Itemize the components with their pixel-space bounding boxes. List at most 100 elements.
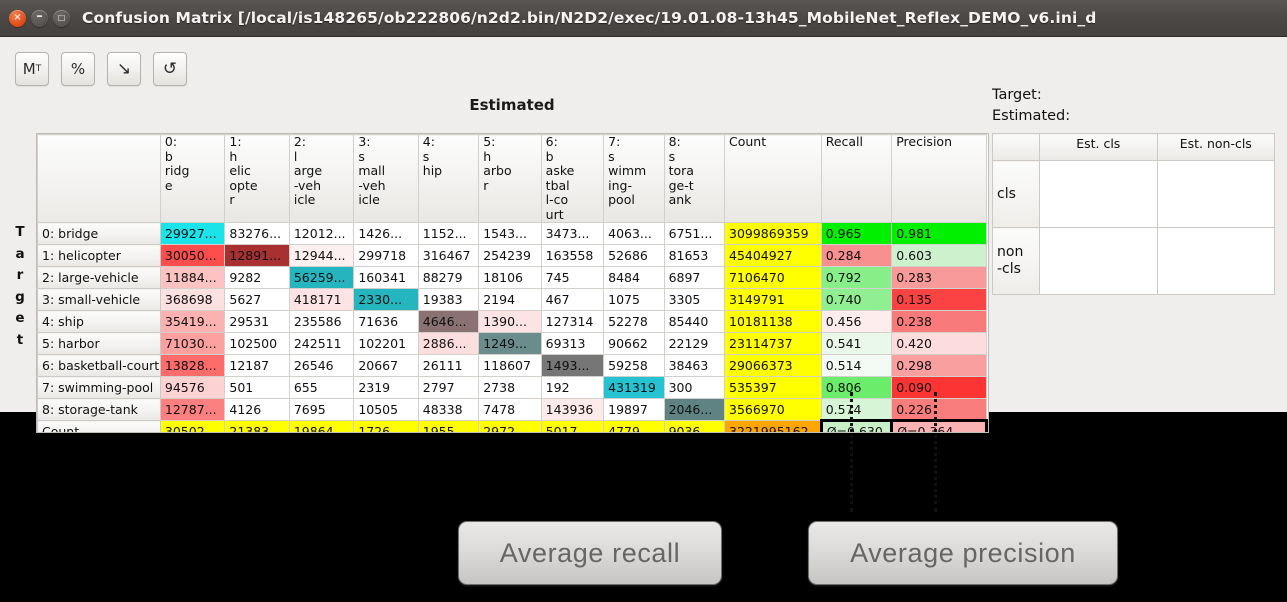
matrix-cell[interactable]: Ø=0.630 (819, 419, 894, 432)
matrix-cell[interactable]: 118607 (478, 354, 542, 377)
matrix-cell[interactable]: 1726... (353, 420, 419, 432)
close-button[interactable]: × (9, 9, 26, 27)
matrix-cell[interactable]: 254239 (478, 244, 542, 267)
matrix-cell[interactable]: 127314 (540, 310, 605, 333)
binary-table-cell[interactable] (1039, 160, 1158, 228)
matrix-cell[interactable]: 23114737 (724, 332, 822, 355)
binary-table-cell[interactable] (1156, 227, 1275, 295)
matrix-cell[interactable]: 85440 (663, 310, 726, 333)
matrix-cell[interactable]: 0.456 (820, 310, 893, 333)
matrix-column-header[interactable]: 7: s wimm ing-pool (603, 134, 665, 223)
matrix-cell[interactable]: 21383... (224, 420, 290, 432)
matrix-cell[interactable]: 0.965 (820, 222, 893, 245)
matrix-cell[interactable]: 1493... (540, 354, 605, 377)
maximize-button[interactable]: □ (53, 9, 70, 27)
matrix-cell[interactable]: 12012... (288, 222, 355, 245)
matrix-row-header[interactable]: 7: swimming-pool (37, 376, 161, 399)
transpose-button[interactable]: MT (15, 52, 49, 86)
matrix-cell[interactable]: 6897 (663, 266, 726, 289)
matrix-cell[interactable]: 11884... (159, 266, 226, 289)
matrix-cell[interactable]: 20667 (353, 354, 419, 377)
matrix-cell[interactable]: 418171 (288, 288, 355, 311)
matrix-cell[interactable]: 26546 (288, 354, 355, 377)
matrix-cell[interactable]: 94576 (159, 376, 226, 399)
matrix-column-header[interactable]: 4: s hip (417, 134, 480, 223)
matrix-cell[interactable]: Ø=0.364 (890, 419, 988, 432)
matrix-cell[interactable]: 102500 (224, 332, 290, 355)
matrix-cell[interactable]: 0.284 (820, 244, 893, 267)
matrix-cell[interactable]: 0.238 (891, 310, 987, 333)
matrix-cell[interactable]: 0.298 (891, 354, 987, 377)
matrix-cell[interactable]: 4063... (603, 222, 665, 245)
matrix-column-header[interactable]: Count (724, 134, 822, 223)
diagonal-button[interactable]: ↘ (107, 52, 141, 86)
matrix-row-header[interactable]: 1: helicopter (37, 244, 161, 267)
matrix-cell[interactable]: 29531 (224, 310, 290, 333)
matrix-row-header[interactable]: 4: ship (37, 310, 161, 333)
matrix-cell[interactable]: 56259... (288, 266, 355, 289)
matrix-column-header[interactable]: 8: s tora ge-t ank (663, 134, 726, 223)
matrix-cell[interactable]: 26111 (417, 354, 480, 377)
percent-button[interactable]: % (61, 52, 95, 86)
matrix-cell[interactable]: 0.981 (891, 222, 987, 245)
matrix-cell[interactable]: 0.090 (891, 376, 987, 399)
matrix-cell[interactable]: 48338 (417, 398, 480, 421)
matrix-cell[interactable]: 88279 (417, 266, 480, 289)
matrix-cell[interactable]: 299718 (353, 244, 419, 267)
matrix-cell[interactable]: 1426... (353, 222, 419, 245)
matrix-cell[interactable]: 3221995162 (724, 420, 822, 432)
matrix-cell[interactable]: 235586 (288, 310, 355, 333)
matrix-cell[interactable]: 19383 (417, 288, 480, 311)
matrix-cell[interactable]: 0.806 (820, 376, 893, 399)
matrix-cell[interactable]: 535397 (724, 376, 822, 399)
matrix-cell[interactable]: 316467 (417, 244, 480, 267)
matrix-column-header[interactable]: 3: s mall -veh icle (353, 134, 419, 223)
binary-table-cell[interactable] (1156, 160, 1275, 228)
matrix-cell[interactable]: 19897 (603, 398, 665, 421)
matrix-cell[interactable]: 7478 (478, 398, 542, 421)
matrix-cell[interactable]: 1075 (603, 288, 665, 311)
matrix-cell[interactable]: 12787... (159, 398, 226, 421)
matrix-row-header[interactable]: Count (37, 420, 161, 432)
matrix-row-header[interactable]: 6: basketball-court (37, 354, 161, 377)
matrix-cell[interactable]: 2194 (478, 288, 542, 311)
matrix-cell[interactable]: 12944... (288, 244, 355, 267)
matrix-cell[interactable]: 242511 (288, 332, 355, 355)
matrix-cell[interactable]: 3566970 (724, 398, 822, 421)
matrix-cell[interactable]: 29927... (159, 222, 226, 245)
matrix-cell[interactable]: 7106470 (724, 266, 822, 289)
matrix-cell[interactable]: 83276... (224, 222, 290, 245)
matrix-cell[interactable]: 160341 (353, 266, 419, 289)
matrix-cell[interactable]: 45404927 (724, 244, 822, 267)
matrix-cell[interactable]: 9036... (663, 420, 726, 432)
matrix-cell[interactable]: 10181138 (724, 310, 822, 333)
matrix-cell[interactable]: 163558 (540, 244, 605, 267)
matrix-cell[interactable]: 0.574 (820, 398, 893, 421)
matrix-cell[interactable]: 5627 (224, 288, 290, 311)
matrix-cell[interactable]: 7695 (288, 398, 355, 421)
matrix-cell[interactable]: 655 (288, 376, 355, 399)
matrix-cell[interactable]: 59258 (603, 354, 665, 377)
matrix-cell[interactable]: 5017... (540, 420, 605, 432)
matrix-cell[interactable]: 1249... (478, 332, 542, 355)
matrix-cell[interactable]: 2797 (417, 376, 480, 399)
matrix-cell[interactable]: 0.541 (820, 332, 893, 355)
matrix-cell[interactable]: 6751... (663, 222, 726, 245)
matrix-column-header[interactable]: Recall (820, 134, 893, 223)
matrix-column-header[interactable]: 6: b aske tbal l-co urt (540, 134, 605, 223)
matrix-cell[interactable]: 431319 (603, 376, 665, 399)
matrix-cell[interactable]: 467 (540, 288, 605, 311)
matrix-row-header[interactable]: 2: large-vehicle (37, 266, 161, 289)
matrix-cell[interactable]: 12891... (224, 244, 290, 267)
matrix-cell[interactable]: 3149791 (724, 288, 822, 311)
matrix-cell[interactable]: 81653 (663, 244, 726, 267)
matrix-cell[interactable]: 52278 (603, 310, 665, 333)
matrix-column-header[interactable]: 2: l arge -veh icle (288, 134, 355, 223)
matrix-cell[interactable]: 2046... (663, 398, 726, 421)
matrix-cell[interactable]: 192 (540, 376, 605, 399)
matrix-cell[interactable]: 4646... (417, 310, 480, 333)
matrix-cell[interactable]: 3099869359 (724, 222, 822, 245)
matrix-column-header[interactable]: 0: b ridg e (159, 134, 226, 223)
matrix-cell[interactable]: 30050... (159, 244, 226, 267)
matrix-row-header[interactable]: 5: harbor (37, 332, 161, 355)
